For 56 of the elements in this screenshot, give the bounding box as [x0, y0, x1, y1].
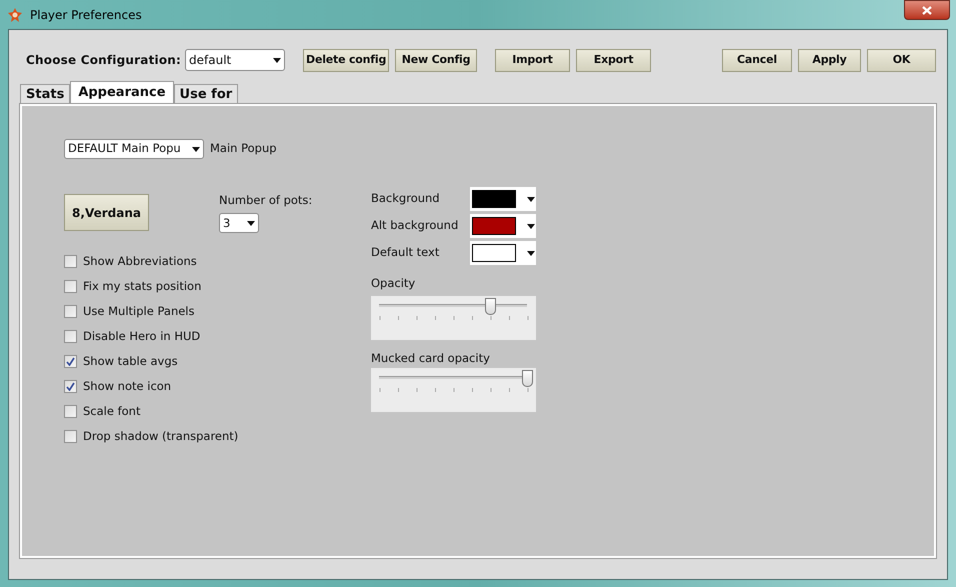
dropdown-arrow-icon: [247, 220, 255, 226]
color-label: Default text: [371, 244, 440, 262]
checkbox[interactable]: [64, 280, 77, 293]
tick-marks-icon: [379, 316, 529, 320]
slider-label: Opacity: [371, 275, 416, 292]
checkbox-label: Show note icon: [83, 378, 172, 395]
color-picker[interactable]: [470, 214, 536, 238]
toolbar-button[interactable]: Export: [576, 48, 652, 72]
configuration-dropdown[interactable]: default: [185, 49, 286, 71]
pots-dropdown[interactable]: 3: [219, 213, 259, 234]
dialog-button[interactable]: Apply: [798, 48, 861, 72]
popup-label: Main Popup: [210, 140, 277, 158]
checkbox-label: Show table avgs: [83, 352, 178, 370]
dropdown-arrow-icon: [527, 224, 535, 228]
checkbox-label: Drop shadow (transparent): [83, 428, 238, 445]
slider[interactable]: [371, 296, 536, 340]
close-button[interactable]: [904, 0, 950, 20]
dialog-button[interactable]: OK: [867, 48, 936, 72]
pots-label: Number of pots:: [219, 192, 312, 209]
checkbox[interactable]: [64, 255, 77, 268]
checkbox[interactable]: [64, 330, 77, 343]
tab[interactable]: Use for: [174, 84, 238, 104]
checkbox[interactable]: [64, 380, 77, 393]
dropdown-arrow-icon: [527, 196, 535, 202]
configuration-label: Choose Configuration:: [26, 52, 182, 69]
dropdown-arrow-icon: [192, 146, 200, 152]
window-title: Player Preferences: [30, 6, 142, 24]
dropdown-arrow-icon: [273, 58, 282, 62]
dropdown-arrow-icon: [527, 250, 535, 256]
checkbox[interactable]: [64, 355, 77, 368]
color-picker[interactable]: [470, 187, 536, 211]
font-button[interactable]: 8,Verdana: [64, 194, 149, 231]
checkbox[interactable]: [64, 405, 77, 418]
toolbar-button[interactable]: Import: [495, 48, 570, 72]
checkbox-label: Use Multiple Panels: [83, 302, 194, 320]
toolbar-button[interactable]: Delete config: [303, 48, 390, 72]
popup-dropdown[interactable]: DEFAULT Main Popu: [64, 139, 204, 159]
color-picker[interactable]: [470, 241, 536, 265]
slider-label: Mucked card opacity: [371, 350, 491, 368]
checkbox-label: Disable Hero in HUD: [83, 328, 200, 345]
tab[interactable]: Stats: [20, 84, 70, 104]
checkbox-label: Fix my stats position: [83, 278, 202, 295]
close-icon: [922, 6, 932, 14]
color-label: Alt background: [371, 217, 460, 234]
checkbox-label: Scale font: [83, 402, 140, 420]
color-label: Background: [371, 190, 441, 208]
dialog-button[interactable]: Cancel: [722, 48, 792, 72]
checkbox[interactable]: [64, 305, 77, 318]
toolbar-button[interactable]: New Config: [395, 48, 478, 72]
slider[interactable]: [371, 368, 536, 412]
checkbox[interactable]: [64, 430, 77, 443]
checkbox-label: Show Abbreviations: [83, 252, 197, 270]
app-logo-icon: [8, 8, 22, 22]
tab[interactable]: Appearance: [70, 81, 174, 104]
slider-thumb[interactable]: [522, 370, 533, 386]
slider-thumb[interactable]: [485, 298, 496, 316]
